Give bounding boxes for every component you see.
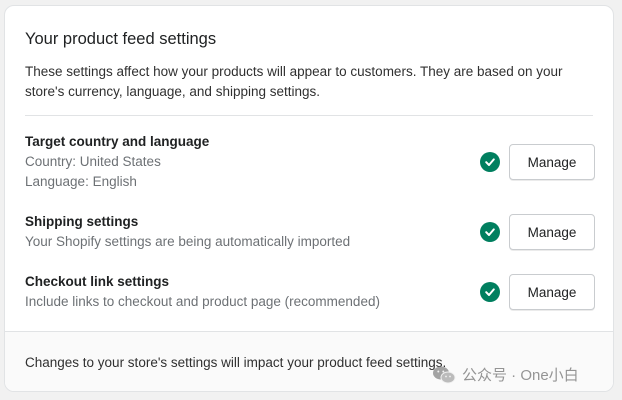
row-country: Country: United States xyxy=(25,154,161,169)
row-description: Your Shopify settings are being automati… xyxy=(25,234,351,249)
check-circle-icon xyxy=(480,152,500,172)
row-language: Language: English xyxy=(25,174,137,189)
manage-checkout-link-button[interactable]: Manage xyxy=(509,274,595,310)
footer-note: Changes to your store's settings will im… xyxy=(25,355,447,370)
watermark: 公众号 · One小白 xyxy=(432,364,579,385)
watermark-text: 公众号 · One小白 xyxy=(462,367,579,384)
row-title: Shipping settings xyxy=(25,214,139,229)
card-description: These settings affect how your products … xyxy=(25,64,563,99)
check-circle-icon xyxy=(480,222,500,242)
wechat-icon xyxy=(433,366,456,383)
divider xyxy=(25,115,593,116)
product-feed-settings-card: Your product feed settings These setting… xyxy=(4,5,614,392)
check-circle-icon xyxy=(480,282,500,302)
row-description: Include links to checkout and product pa… xyxy=(25,294,380,309)
manage-target-country-button[interactable]: Manage xyxy=(509,144,595,180)
row-title: Checkout link settings xyxy=(25,274,170,289)
row-title: Target country and language xyxy=(25,134,210,149)
manage-shipping-button[interactable]: Manage xyxy=(509,214,595,250)
card-title: Your product feed settings xyxy=(25,30,217,48)
